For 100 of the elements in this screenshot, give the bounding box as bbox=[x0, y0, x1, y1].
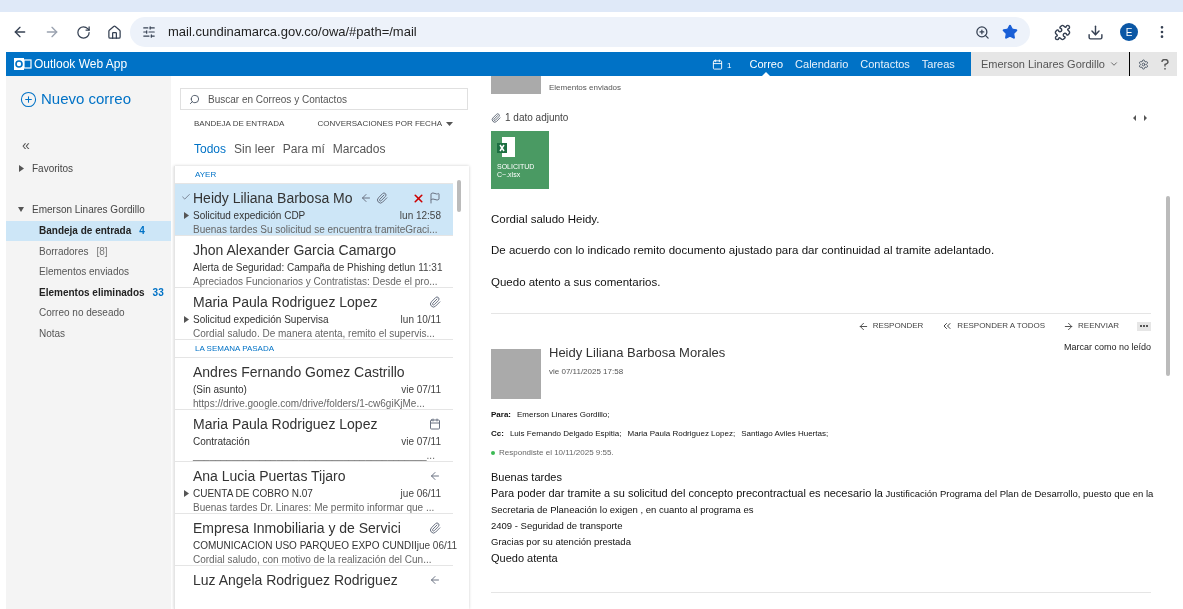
reply-icon[interactable] bbox=[429, 470, 441, 482]
action-button[interactable]: REENVIAR bbox=[1063, 320, 1119, 333]
folder-count: 4 bbox=[139, 224, 145, 239]
message-preview: Apreciados Funcionarios y Contratistas: Desde el pro... bbox=[193, 275, 439, 287]
message-date: vie 07/11 bbox=[401, 382, 441, 397]
mark-unread-link[interactable]: Marcar como no leído bbox=[1063, 340, 1151, 355]
message-item[interactable]: Maria Paula Rodriguez Lopez Contratación vie 07/11 __________________________________________... bbox=[175, 410, 453, 462]
recipient-name[interactable]: Maria Paula Rodriguez Lopez; bbox=[627, 427, 736, 440]
message-subject: (Sin asunto) bbox=[193, 382, 248, 397]
folder-label: Elementos enviados bbox=[549, 82, 622, 94]
settings-icon[interactable] bbox=[1138, 58, 1149, 70]
filter-tab[interactable]: Todos bbox=[194, 140, 227, 158]
message-item[interactable]: Luz Angela Rodriguez Rodriguez bbox=[175, 566, 453, 609]
folder-item[interactable]: Correo no deseado bbox=[6, 302, 171, 323]
address-bar[interactable]: mail.cundinamarca.gov.co/owa/#path=/mail bbox=[130, 17, 1030, 47]
sender-name: Andres Fernando Gomez Castrillo bbox=[193, 362, 406, 382]
forward-arrow-icon[interactable] bbox=[1063, 320, 1075, 332]
dropdown-caret-icon[interactable] bbox=[446, 122, 453, 126]
home-icon[interactable] bbox=[107, 24, 122, 40]
check-icon[interactable] bbox=[181, 192, 191, 202]
message-item[interactable]: Jhon Alexander Garcia Camargo Alerta de Seguridad: Campaña de Phishing detlun 11:31 Apreciados Funcionarios y Contratistas: Desde el pro... bbox=[175, 236, 453, 288]
message-subject: COMUNICACION USO PARQUEO EXPO CUNDII bbox=[193, 538, 417, 553]
attachment-icon[interactable] bbox=[376, 192, 388, 204]
search-field[interactable]: Buscar en Correos y Contactos bbox=[180, 88, 468, 110]
filter-tab[interactable]: Para mí bbox=[282, 140, 325, 158]
nav-tab[interactable]: Tareas bbox=[915, 52, 961, 76]
recipient-name[interactable]: Santiago Aviles Huertas; bbox=[741, 427, 829, 440]
bookmark-star-icon[interactable] bbox=[1002, 24, 1018, 40]
expand-triangle-icon[interactable] bbox=[183, 212, 189, 219]
outlook-logo-icon bbox=[14, 57, 32, 71]
expand-triangle-icon[interactable] bbox=[18, 164, 24, 172]
email-paragraph: Buenas tardes bbox=[491, 469, 563, 485]
sort-dropdown[interactable]: CONVERSACIONES POR FECHA bbox=[317, 118, 453, 130]
collapse-button[interactable]: « bbox=[22, 134, 30, 156]
folder-name: Correo no deseado bbox=[39, 306, 125, 321]
filter-tab[interactable]: Sin leer bbox=[234, 140, 275, 158]
folder-name: Borradores bbox=[39, 244, 89, 259]
folder-item[interactable]: Borradores [8] bbox=[6, 241, 171, 262]
message-preview: Buenas tardes Dr. Linares: Me permito informar que ... bbox=[193, 501, 436, 513]
folder-name: Elementos enviados bbox=[39, 265, 130, 280]
message-date: lun 12:58 bbox=[399, 208, 441, 223]
sender-name: Jhon Alexander Garcia Camargo bbox=[193, 240, 398, 260]
folder-item[interactable]: Elementos enviados bbox=[6, 261, 171, 282]
new-mail-button[interactable]: Nuevo correo bbox=[20, 88, 132, 111]
folder-item[interactable]: Notas bbox=[6, 323, 171, 344]
nav-tab[interactable]: Calendario bbox=[789, 52, 855, 76]
url-text: mail.cundinamarca.gov.co/owa/#path=/mail bbox=[168, 23, 418, 42]
attachment-nav-icon[interactable] bbox=[1133, 114, 1147, 121]
folder-item[interactable]: Elementos eliminados 33 bbox=[6, 282, 171, 303]
folder-heading: BANDEJA DE ENTRADA bbox=[194, 118, 285, 130]
search-icon[interactable] bbox=[189, 93, 200, 105]
reply-status: Respondiste el 10/11/2025 9:55. bbox=[499, 446, 614, 459]
recipient-name[interactable]: Luis Fernando Delgado Espitia; bbox=[509, 427, 622, 440]
message-date: lun 11:31 bbox=[402, 260, 443, 275]
recipient-name[interactable]: Emerson Linares Gordillo; bbox=[517, 408, 610, 421]
filter-tab[interactable]: Marcados bbox=[332, 140, 386, 158]
nav-tab[interactable]: Contactos bbox=[854, 52, 916, 76]
calendar-icon[interactable] bbox=[712, 58, 724, 70]
attachment-count: 1 dato adjunto bbox=[505, 111, 569, 125]
avatar-placeholder bbox=[491, 348, 541, 399]
sender-name: Ana Lucia Puertas Tijaro bbox=[193, 466, 347, 486]
site-settings-icon[interactable] bbox=[142, 25, 156, 39]
plus-icon[interactable] bbox=[20, 90, 37, 108]
expand-triangle-icon[interactable] bbox=[183, 316, 189, 323]
message-item[interactable]: Andres Fernando Gomez Castrillo (Sin asunto) vie 07/11 https://drive.google.com/drive/folders/1-cw6giKjMe... bbox=[175, 358, 453, 410]
attachment-icon[interactable] bbox=[429, 522, 441, 534]
zoom-icon[interactable] bbox=[975, 24, 990, 40]
email-paragraph: Para poder dar tramite a su solicitud del concepto precontractual es necesario la Justificación Programa del Plan de Desarrollo, puesto que en la Secretaria de Planeación lo exigen , en cuanto al programa es bbox=[491, 485, 1155, 517]
download-icon[interactable] bbox=[1087, 23, 1104, 41]
reload-icon[interactable] bbox=[76, 24, 91, 40]
email-paragraph: De acuerdo con lo indicado remito documento ajustado para dar continuidad al tramite adelantado. bbox=[491, 243, 996, 259]
user-menu[interactable]: Emerson Linares Gordillo bbox=[970, 52, 1130, 76]
email-paragraph: Quedo atenta bbox=[491, 550, 559, 566]
expand-triangle-icon[interactable] bbox=[183, 490, 189, 497]
extensions-icon[interactable] bbox=[1054, 23, 1071, 41]
profile-avatar[interactable]: E bbox=[1120, 23, 1138, 41]
account-name[interactable]: Emerson Linares Gordillo bbox=[32, 201, 145, 217]
more-icon[interactable] bbox=[1140, 325, 1148, 328]
nav-tab[interactable]: Correo bbox=[743, 52, 790, 76]
reply-arrow-icon[interactable] bbox=[857, 320, 869, 332]
back-icon[interactable] bbox=[12, 24, 28, 40]
message-preview: Buenas tardes Su solicitud se encuentra tramiteGraci... bbox=[193, 223, 439, 235]
delete-icon[interactable] bbox=[412, 191, 425, 205]
action-button[interactable]: RESPONDER A TODOS bbox=[941, 320, 1046, 333]
favorites-label[interactable]: Favoritos bbox=[32, 160, 74, 176]
more-button[interactable] bbox=[1137, 321, 1151, 331]
attachment-icon[interactable] bbox=[429, 296, 441, 308]
message-preview: https://drive.google.com/drive/folders/1-cw6giKjMe... bbox=[193, 397, 426, 409]
message-item[interactable]: Ana Lucia Puertas Tijaro CUENTA DE COBRO N.07 jue 06/11 Buenas tardes Dr. Linares: Me permito informar que ... bbox=[175, 462, 453, 514]
app-title: Outlook Web App bbox=[34, 56, 129, 73]
help-icon[interactable] bbox=[1161, 58, 1169, 70]
action-button[interactable]: RESPONDER bbox=[857, 320, 924, 333]
message-item[interactable]: Maria Paula Rodriguez Lopez Solicitud expedición Supervisa lun 10/11 Cordial saludo. De manera atenta, remito el supervis... bbox=[175, 288, 453, 340]
flag-icon[interactable] bbox=[429, 192, 441, 204]
reply-icon[interactable] bbox=[429, 574, 441, 586]
sender-name: Heidy Liliana Barbosa Morales bbox=[549, 343, 727, 362]
message-item[interactable]: Heidy Liliana Barbosa Mo Solicitud expedición CDP lun 12:58 Buenas tardes Su solicitud se encuentra tramiteGraci... bbox=[175, 184, 453, 236]
message-subject: CUENTA DE COBRO N.07 bbox=[193, 486, 314, 501]
expand-triangle-icon[interactable] bbox=[18, 205, 24, 213]
folder-item[interactable]: Bandeja de entrada 4 bbox=[6, 220, 171, 241]
